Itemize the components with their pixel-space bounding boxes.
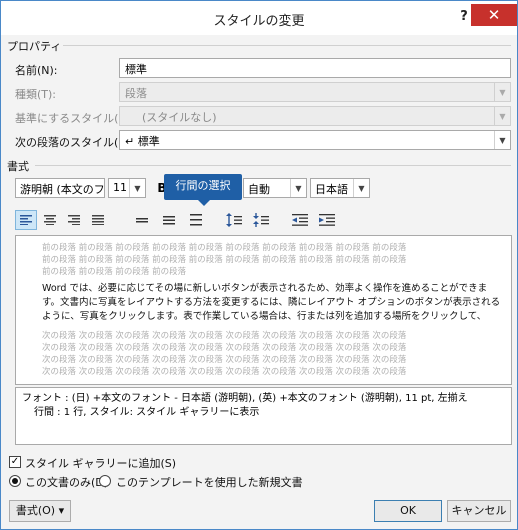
- double-spacing-button[interactable]: [185, 210, 207, 230]
- description-line-1: フォント : (日) +本文のフォント - 日本語 (游明朝), (英) +本文…: [22, 393, 468, 404]
- single-spacing-icon: [136, 218, 148, 223]
- based-on-value: (スタイルなし): [142, 111, 217, 124]
- based-on-label: 基準にするスタイル(B):: [15, 112, 134, 125]
- this-document-radio[interactable]: [9, 475, 21, 487]
- previous-paragraph-line: 前の段落 前の段落 前の段落 前の段落: [42, 267, 187, 277]
- single-spacing-button[interactable]: [131, 210, 153, 230]
- font-size-value: 11: [113, 181, 127, 194]
- align-right-button[interactable]: [63, 210, 85, 230]
- next-paragraph-line: 次の段落 次の段落 次の段落 次の段落 次の段落 次の段落 次の段落 次の段落 …: [42, 331, 407, 341]
- ok-button[interactable]: OK: [374, 500, 442, 522]
- decrease-paragraph-spacing-button[interactable]: [250, 210, 272, 230]
- language-value: 日本語: [315, 183, 348, 196]
- double-spacing-icon: [190, 214, 202, 226]
- align-center-icon: [44, 215, 56, 225]
- modify-style-dialog: スタイルの変更 ? ✕ プロパティ 名前(N): 標準 種類(T): 段落 ▼ …: [0, 0, 518, 530]
- font-name-select[interactable]: 游明朝 (本文のフ: [15, 178, 105, 198]
- type-label: 種類(T):: [15, 88, 57, 101]
- increase-paragraph-spacing-button[interactable]: [223, 210, 245, 230]
- chevron-down-icon: ▼: [290, 179, 306, 197]
- this-document-label[interactable]: この文書のみ(D): [25, 474, 108, 490]
- next-style-value: ↵ 標準: [125, 135, 160, 148]
- next-style-select[interactable]: ↵ 標準 ▼: [119, 130, 511, 150]
- decrease-indent-button[interactable]: [289, 210, 311, 230]
- one-half-spacing-icon: [163, 216, 175, 225]
- cancel-button[interactable]: キャンセル: [447, 500, 511, 522]
- next-style-label: 次の段落のスタイル(S):: [15, 136, 134, 149]
- properties-section-label: プロパティ: [7, 40, 62, 53]
- close-button[interactable]: ✕: [471, 4, 517, 26]
- formatting-divider: [35, 165, 511, 166]
- previous-paragraph-preview: 前の段落 前の段落 前の段落 前の段落 前の段落 前の段落 前の段落 前の段落 …: [42, 242, 501, 278]
- new-documents-radio[interactable]: [99, 475, 111, 487]
- language-select[interactable]: 日本語 ▼: [310, 178, 370, 198]
- style-description: フォント : (日) +本文のフォント - 日本語 (游明朝), (英) +本文…: [15, 387, 512, 445]
- type-select: 段落 ▼: [119, 82, 511, 102]
- align-center-button[interactable]: [39, 210, 61, 230]
- justify-button[interactable]: [87, 210, 109, 230]
- chevron-down-icon: ▼: [129, 179, 145, 197]
- align-left-icon: [20, 215, 32, 225]
- name-label: 名前(N):: [15, 64, 58, 77]
- increase-indent-icon: [319, 214, 335, 226]
- justify-icon: [92, 215, 104, 225]
- font-size-select[interactable]: 11 ▼: [108, 178, 146, 198]
- new-documents-label[interactable]: このテンプレートを使用した新規文書: [116, 474, 303, 490]
- chevron-down-icon: ▼: [494, 107, 510, 125]
- previous-paragraph-line: 前の段落 前の段落 前の段落 前の段落 前の段落 前の段落 前の段落 前の段落 …: [42, 243, 407, 253]
- font-color-value: 自動: [248, 183, 270, 196]
- align-right-icon: [68, 215, 80, 225]
- dialog-title: スタイルの変更: [213, 14, 305, 29]
- add-to-gallery-label[interactable]: スタイル ギャラリーに追加(S): [25, 455, 176, 471]
- description-line-2: 行間 : 1 行, スタイル: スタイル ギャラリーに表示: [34, 407, 260, 418]
- chevron-down-icon: ▼: [494, 83, 510, 101]
- align-left-button[interactable]: [15, 210, 37, 230]
- one-half-spacing-button[interactable]: [158, 210, 180, 230]
- previous-paragraph-line: 前の段落 前の段落 前の段落 前の段落 前の段落 前の段落 前の段落 前の段落 …: [42, 255, 407, 265]
- decrease-paragraph-spacing-icon: [253, 213, 269, 227]
- line-spacing-tooltip: 行間の選択: [164, 174, 242, 206]
- font-name-value: 游明朝 (本文のフ: [20, 183, 105, 196]
- name-input[interactable]: 標準: [119, 58, 511, 78]
- formatting-section-label: 書式: [7, 160, 29, 173]
- properties-divider: [63, 45, 511, 46]
- decrease-indent-icon: [292, 214, 308, 226]
- next-paragraph-preview: 次の段落 次の段落 次の段落 次の段落 次の段落 次の段落 次の段落 次の段落 …: [42, 330, 501, 378]
- add-to-gallery-checkbox[interactable]: ✓: [9, 456, 21, 468]
- sample-text: Word では、必要に応じてその場に新しいボタンが表示されるため、効率よく操作を…: [42, 283, 501, 322]
- next-paragraph-line: 次の段落 次の段落 次の段落 次の段落 次の段落 次の段落 次の段落 次の段落 …: [42, 367, 407, 377]
- based-on-select: (スタイルなし) ▼: [119, 106, 511, 126]
- increase-indent-button[interactable]: [316, 210, 338, 230]
- chevron-down-icon: ▼: [353, 179, 369, 197]
- title-bar: スタイルの変更 ? ✕: [1, 1, 517, 35]
- style-preview: 前の段落 前の段落 前の段落 前の段落 前の段落 前の段落 前の段落 前の段落 …: [15, 235, 512, 385]
- next-paragraph-line: 次の段落 次の段落 次の段落 次の段落 次の段落 次の段落 次の段落 次の段落 …: [42, 355, 407, 365]
- format-menu-button[interactable]: 書式(O) ▾: [9, 500, 71, 522]
- chevron-down-icon[interactable]: ▼: [494, 131, 510, 149]
- next-paragraph-line: 次の段落 次の段落 次の段落 次の段落 次の段落 次の段落 次の段落 次の段落 …: [42, 343, 407, 353]
- font-color-select[interactable]: 自動 ▼: [243, 178, 307, 198]
- type-value: 段落: [125, 87, 147, 100]
- increase-paragraph-spacing-icon: [226, 213, 242, 227]
